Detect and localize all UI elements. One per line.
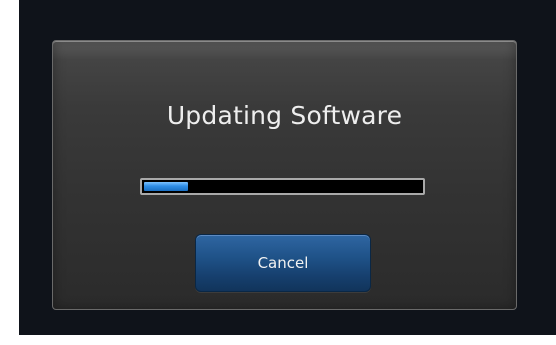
device-screen: Updating Software Cancel (19, 0, 556, 335)
progress-bar (140, 178, 425, 195)
cancel-button[interactable]: Cancel (195, 234, 371, 292)
progress-bar-fill (144, 182, 188, 191)
update-dialog: Updating Software Cancel (52, 40, 517, 310)
dialog-title: Updating Software (166, 101, 403, 130)
